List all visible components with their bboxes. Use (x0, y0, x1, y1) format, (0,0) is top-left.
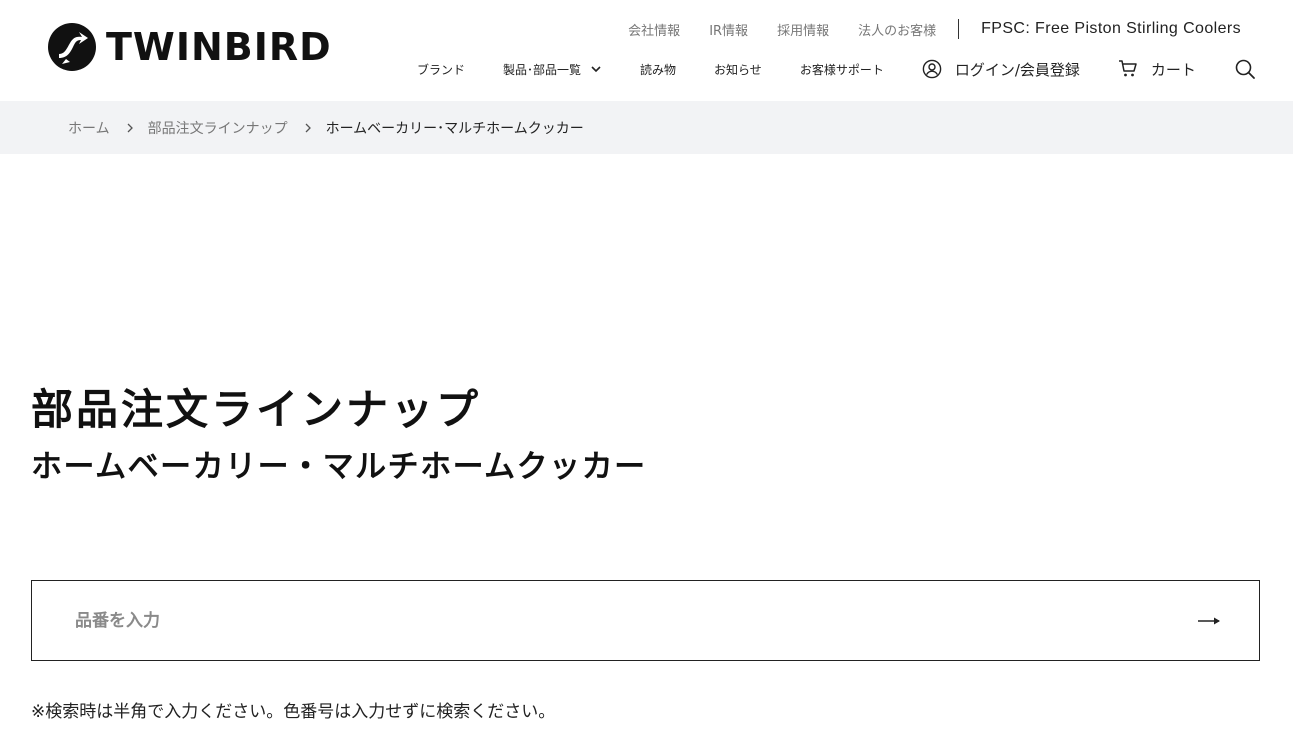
search-icon[interactable] (1234, 58, 1256, 80)
nav-login[interactable]: ログイン/会員登録 (922, 59, 1080, 80)
top-link-company[interactable]: 会社情報 (628, 20, 680, 39)
nav-reading[interactable]: 読み物 (640, 61, 676, 78)
chevron-down-icon (591, 66, 601, 73)
breadcrumb-home[interactable]: ホーム (68, 118, 110, 138)
site-header: TWINBIRD 会社情報 IR情報 採用情報 法人のお客様 FPSC: Fre… (0, 0, 1293, 101)
nav-support[interactable]: お客様サポート (800, 61, 884, 78)
part-search-form (31, 580, 1260, 661)
breadcrumb: ホーム 部品注文ラインナップ ホームベーカリー･マルチホームクッカー (0, 101, 1293, 154)
nav-cart-label: カート (1150, 60, 1196, 79)
page-subtitle: ホームベーカリー・マルチホームクッカー (31, 449, 647, 485)
breadcrumb-parts[interactable]: 部品注文ラインナップ (148, 118, 288, 138)
chevron-right-icon (127, 123, 133, 132)
chevron-right-icon (305, 123, 311, 132)
arrow-right-icon[interactable] (1197, 611, 1223, 631)
top-link-recruit[interactable]: 採用情報 (777, 20, 829, 39)
site-logo[interactable]: TWINBIRD (48, 23, 332, 71)
main-nav: ブランド 製品･部品一覧 読み物 お知らせ お客様サポート ログイン/会員登録 (417, 56, 1256, 82)
page-title: 部品注文ラインナップ (31, 385, 482, 434)
top-links-divider (958, 19, 960, 39)
nav-products-label: 製品･部品一覧 (503, 62, 582, 77)
part-number-input[interactable] (32, 581, 1172, 660)
breadcrumb-current: ホームベーカリー･マルチホームクッカー (325, 120, 584, 137)
logo-wordmark: TWINBIRD (106, 25, 332, 69)
top-link-fpsc[interactable]: FPSC: Free Piston Stirling Coolers (981, 20, 1241, 38)
utility-nav: 会社情報 IR情報 採用情報 法人のお客様 FPSC: Free Piston … (628, 17, 1241, 41)
top-link-ir[interactable]: IR情報 (709, 20, 748, 39)
nav-products[interactable]: 製品･部品一覧 (503, 61, 602, 78)
top-link-business[interactable]: 法人のお客様 (858, 20, 936, 39)
nav-brand[interactable]: ブランド (417, 61, 465, 78)
nav-news[interactable]: お知らせ (714, 61, 762, 78)
search-note: ※検索時は半角で入力ください。色番号は入力せずに検索ください。 (31, 702, 556, 722)
twinbird-logo-icon (48, 23, 96, 71)
nav-login-label: ログイン/会員登録 (954, 60, 1080, 79)
cart-icon (1118, 60, 1137, 77)
user-circle-icon (922, 59, 942, 79)
nav-cart[interactable]: カート (1118, 59, 1196, 80)
